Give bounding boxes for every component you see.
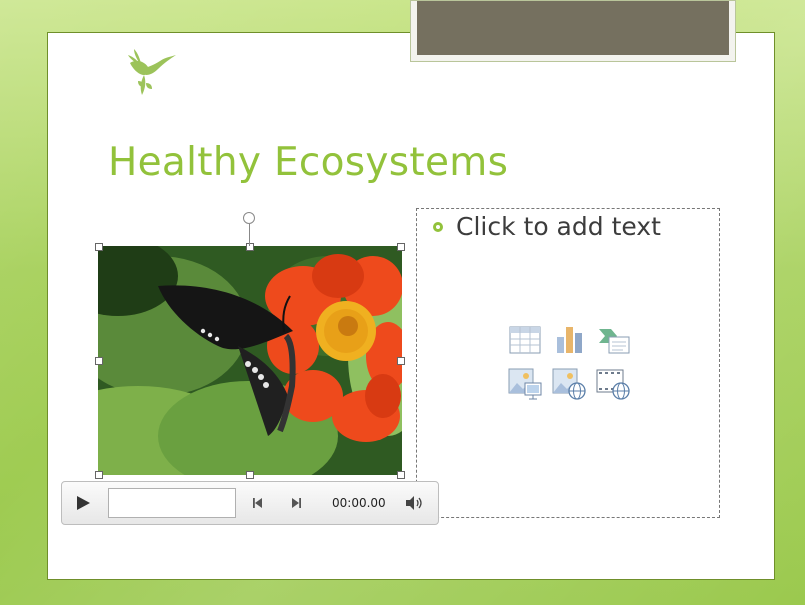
resize-handle-right[interactable] (397, 357, 405, 365)
insert-clipart-icon[interactable] (551, 367, 587, 401)
time-display: 00:00.00 (332, 496, 386, 510)
insert-picture-icon[interactable] (507, 367, 543, 401)
rotate-connector (249, 224, 250, 246)
play-icon[interactable] (74, 494, 92, 512)
resize-handle-bottom-left[interactable] (95, 471, 103, 479)
resize-handle-bottom[interactable] (246, 471, 254, 479)
step-forward-icon[interactable] (290, 497, 302, 509)
insert-smartart-icon[interactable] (595, 323, 631, 357)
video-object[interactable] (95, 212, 405, 479)
content-placeholder[interactable]: Click to add text (416, 208, 720, 518)
insert-media-icon[interactable] (595, 367, 631, 401)
step-back-icon[interactable] (252, 497, 264, 509)
resize-handle-bottom-right[interactable] (397, 471, 405, 479)
volume-icon[interactable] (404, 495, 424, 511)
media-player-controls: 00:00.00 (61, 481, 439, 525)
bullet-icon (433, 222, 443, 232)
resize-handle-left[interactable] (95, 357, 103, 365)
video-frame[interactable] (98, 246, 402, 475)
rotate-handle-icon[interactable] (243, 212, 255, 224)
butterfly-flower-image (98, 246, 402, 475)
slide-header-bar (410, 0, 736, 62)
slide-title[interactable]: Healthy Ecosystems (108, 140, 508, 185)
hummingbird-logo-icon (128, 49, 176, 95)
resize-handle-top-right[interactable] (397, 243, 405, 251)
insert-table-icon[interactable] (507, 323, 543, 357)
insert-chart-icon[interactable] (551, 323, 587, 357)
placeholder-text[interactable]: Click to add text (456, 212, 661, 241)
resize-handle-top[interactable] (246, 243, 254, 251)
insert-content-icons (507, 323, 631, 405)
header-bar-fill (417, 1, 729, 55)
resize-handle-top-left[interactable] (95, 243, 103, 251)
media-timeline[interactable] (108, 488, 236, 518)
